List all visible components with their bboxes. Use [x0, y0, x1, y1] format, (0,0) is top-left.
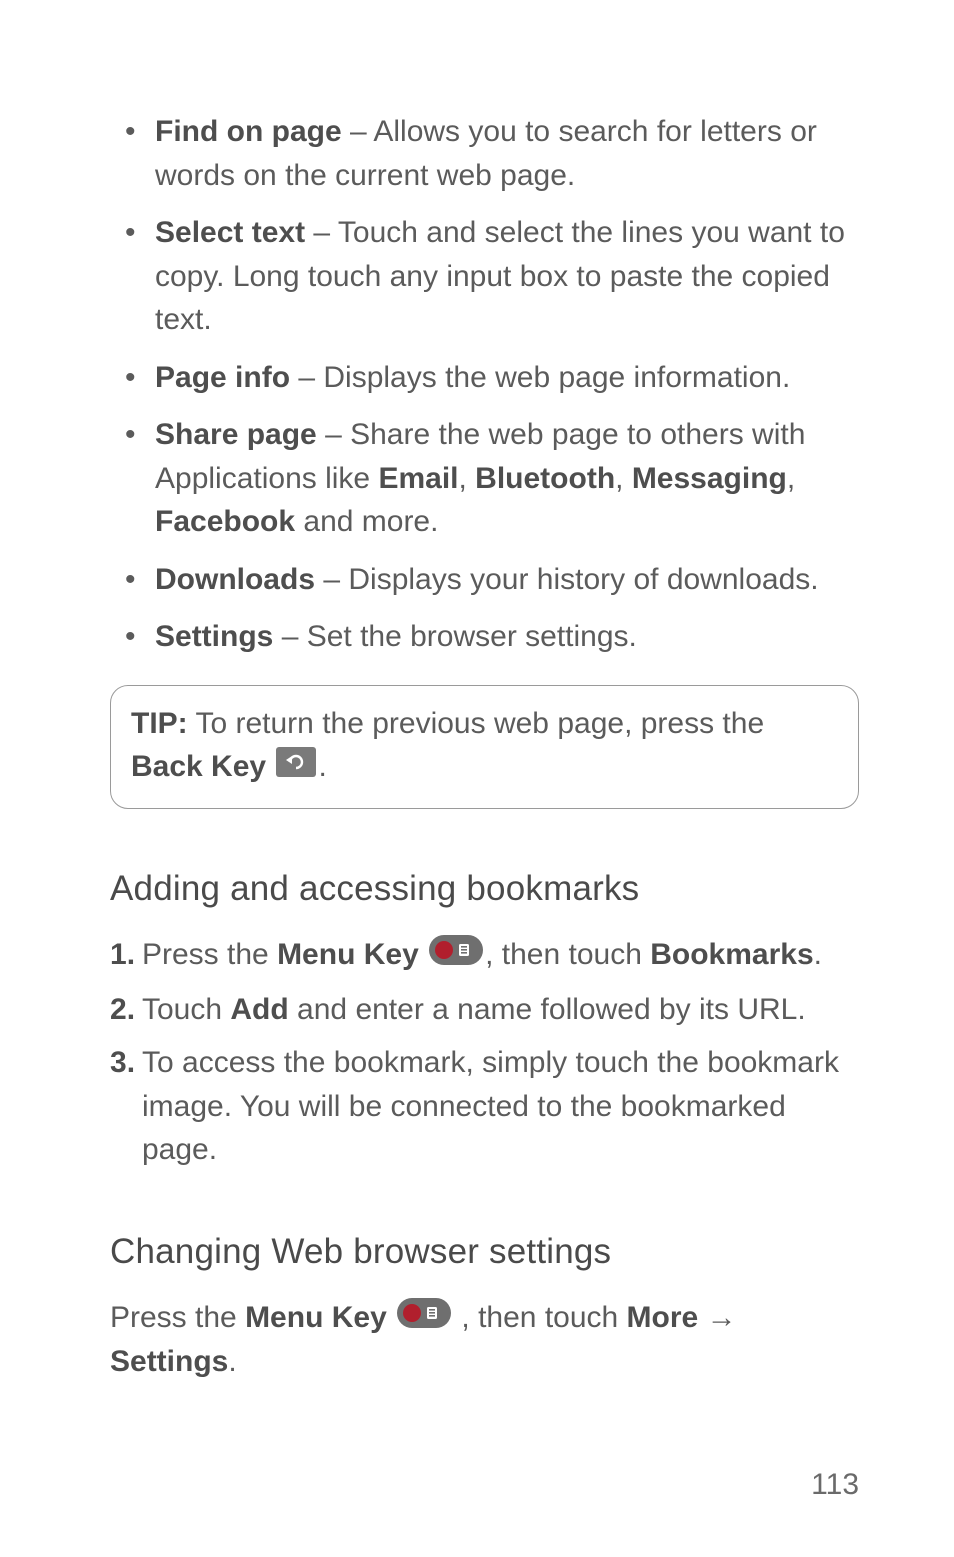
list-item: Select text – Touch and select the lines… — [110, 211, 859, 342]
desc: – Set the browser settings. — [273, 620, 637, 653]
desc: – Displays your history of downloads. — [315, 563, 819, 596]
text: Touch — [142, 993, 230, 1026]
page-number: 113 — [811, 1468, 859, 1502]
text: , then touch — [453, 1301, 626, 1334]
term: Settings — [155, 620, 273, 653]
tip-label: TIP: — [131, 707, 188, 740]
list-item: To access the bookmark, simply touch the… — [110, 1041, 859, 1172]
menu-key-icon — [429, 934, 483, 978]
menu-key-icon — [397, 1297, 451, 1341]
add-label: Add — [230, 993, 288, 1026]
tip-end: . — [318, 750, 326, 783]
list-item: Downloads – Displays your history of dow… — [110, 558, 859, 602]
section-heading-settings: Changing Web browser settings — [110, 1232, 859, 1272]
desc: – Displays the web page information. — [290, 361, 790, 394]
text: . — [228, 1345, 236, 1378]
list-item: Page info – Displays the web page inform… — [110, 356, 859, 400]
term: Page info — [155, 361, 290, 394]
desc-post: and more. — [295, 505, 438, 538]
bookmark-steps: Press the Menu Key , then touch Bookmark… — [110, 933, 859, 1172]
text: To access the bookmark, simply touch the… — [142, 1046, 839, 1166]
menu-key-label: Menu Key — [277, 938, 427, 971]
app: Bluetooth — [475, 462, 615, 495]
list-item: Touch Add and enter a name followed by i… — [110, 988, 859, 1032]
app: Messaging — [632, 462, 787, 495]
back-key-label: Back Key — [131, 750, 274, 783]
term: Share page — [155, 418, 317, 451]
term: Find on page — [155, 115, 342, 148]
tip-text: To return the previous web page, press t… — [188, 707, 764, 740]
term: Downloads — [155, 563, 315, 596]
text: , then touch — [485, 938, 650, 971]
more-label: More — [627, 1301, 699, 1334]
section-heading-bookmarks: Adding and accessing bookmarks — [110, 869, 859, 909]
text: and enter a name followed by its URL. — [289, 993, 806, 1026]
target: Bookmarks — [650, 938, 813, 971]
list-item: Find on page – Allows you to search for … — [110, 110, 859, 197]
tip-box: TIP: To return the previous web page, pr… — [110, 685, 859, 809]
list-item: Press the Menu Key , then touch Bookmark… — [110, 933, 859, 978]
list-item: Share page – Share the web page to other… — [110, 413, 859, 544]
text: Press the — [110, 1301, 245, 1334]
text: Press the — [142, 938, 277, 971]
text: . — [814, 938, 822, 971]
menu-key-label: Menu Key — [245, 1301, 395, 1334]
app: Email — [378, 462, 458, 495]
list-item: Settings – Set the browser settings. — [110, 615, 859, 659]
term: Select text — [155, 216, 305, 249]
arrow: → — [698, 1301, 736, 1334]
document-page: Find on page – Allows you to search for … — [0, 0, 954, 1557]
back-key-icon — [276, 746, 316, 790]
feature-bullet-list: Find on page – Allows you to search for … — [110, 110, 859, 659]
app: Facebook — [155, 505, 295, 538]
settings-label: Settings — [110, 1345, 228, 1378]
settings-instruction: Press the Menu Key , then touch More → S… — [110, 1296, 859, 1384]
